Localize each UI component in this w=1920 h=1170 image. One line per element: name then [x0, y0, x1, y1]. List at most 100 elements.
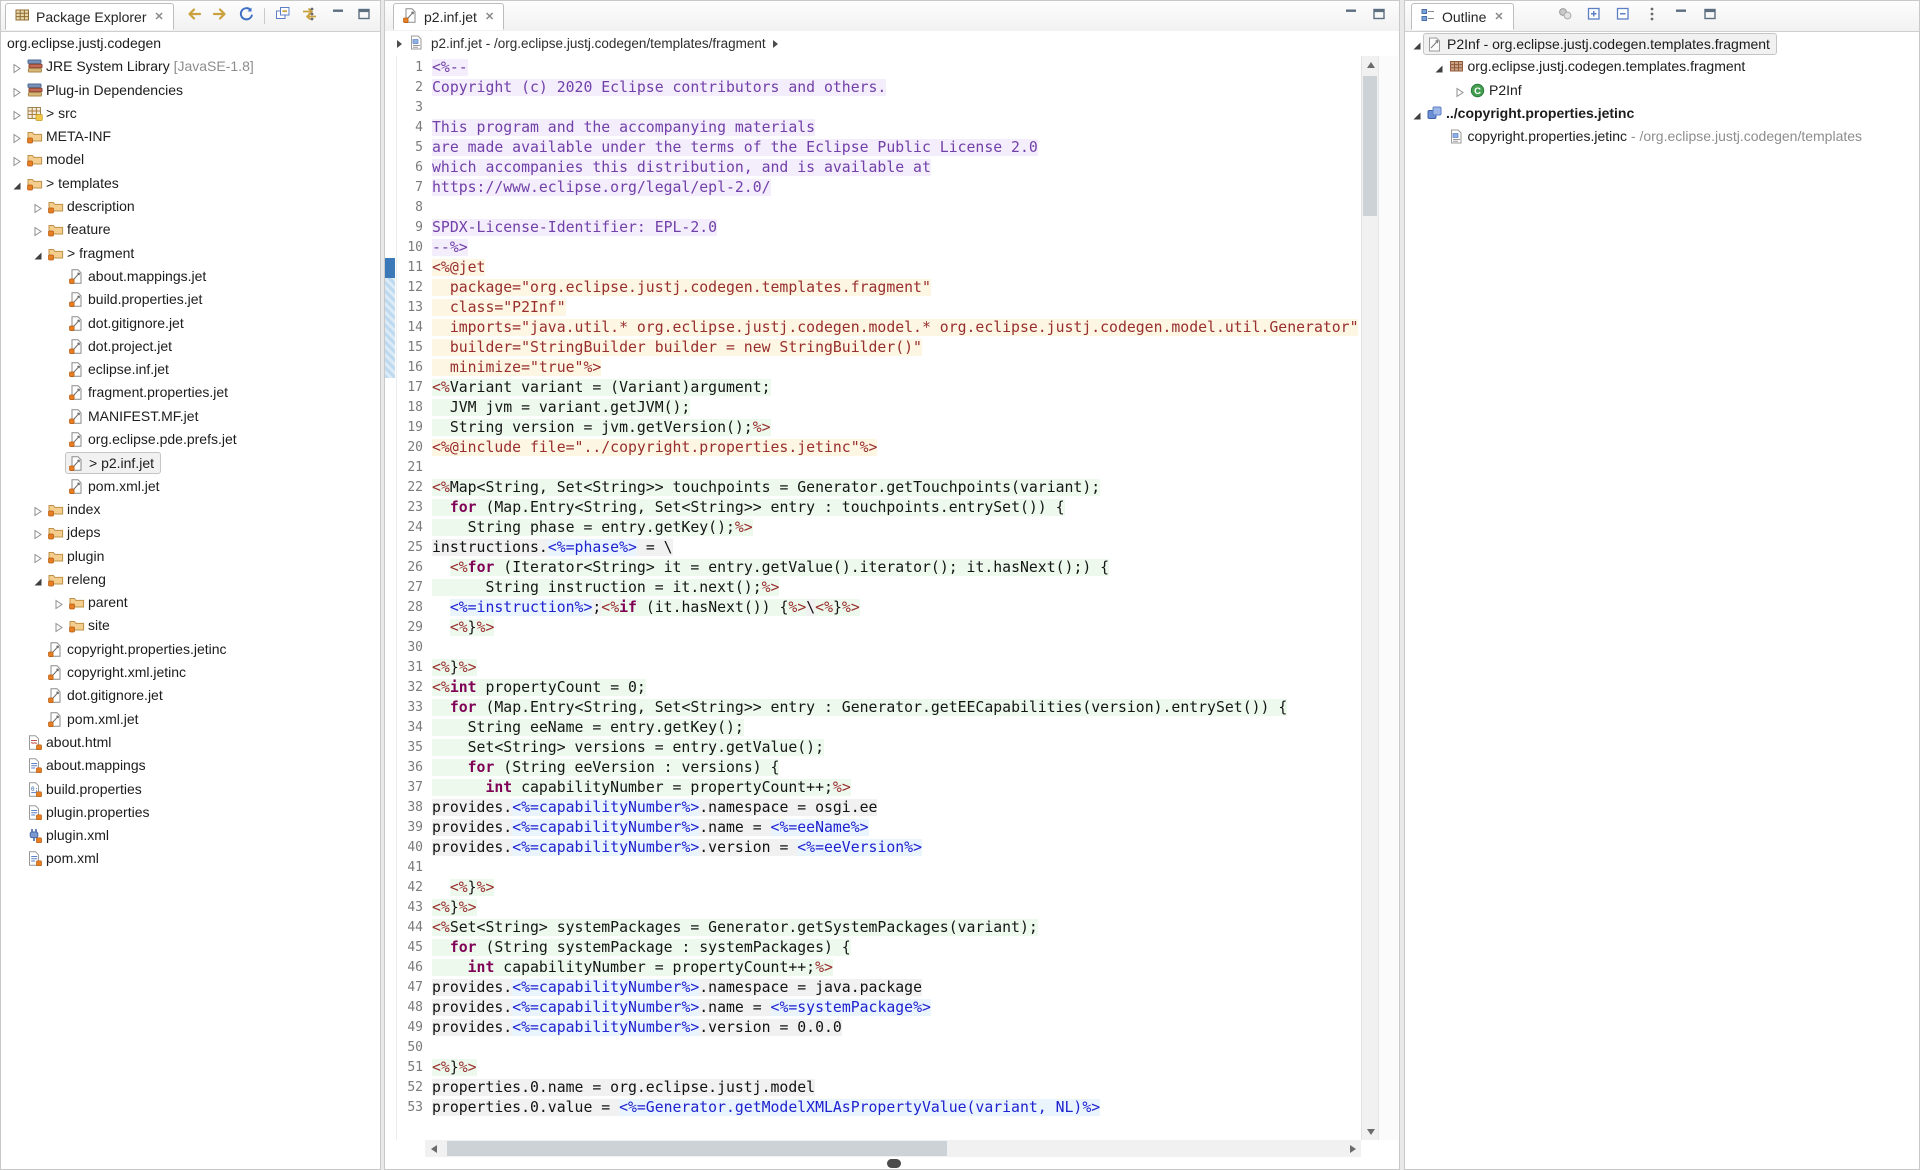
tree-item[interactable]: META-INF [1, 125, 380, 148]
selected-tree-item[interactable]: P2Inf - org.eclipse.justj.codegen.templa… [1423, 33, 1777, 55]
breadcrumb-chevron-icon[interactable] [773, 40, 778, 48]
close-icon[interactable]: ✕ [485, 10, 494, 23]
collapse-arrow-icon[interactable] [33, 248, 43, 259]
tree-item[interactable]: model [1, 148, 380, 171]
close-icon[interactable]: ✕ [155, 10, 164, 23]
maximize-button[interactable] [1700, 6, 1720, 26]
tree-item[interactable]: org.eclipse.pde.prefs.jet [1, 428, 380, 451]
tree-item[interactable]: dot.gitignore.jet [1, 312, 380, 335]
tree-item[interactable]: releng [1, 568, 380, 591]
tree-item[interactable]: pom.xml [1, 847, 380, 870]
tree-item[interactable]: copyright.properties.jetinc [1, 638, 380, 661]
code-editor[interactable]: 1<%--2Copyright (c) 2020 Eclipse contrib… [385, 56, 1361, 1140]
expand-arrow-icon[interactable] [1455, 85, 1465, 96]
sash-handle[interactable] [887, 1159, 901, 1168]
tree-item[interactable]: pom.xml.jet [1, 708, 380, 731]
tree-item[interactable]: about.html [1, 731, 380, 754]
collapse-arrow-icon[interactable] [1434, 61, 1444, 72]
tree-item[interactable]: > src [1, 102, 380, 125]
horizontal-scroll-thumb[interactable] [447, 1141, 947, 1156]
expand-arrow-icon[interactable] [33, 504, 43, 515]
overview-ruler[interactable] [1378, 56, 1399, 1140]
tree-item[interactable]: copyright.properties.jetinc - /org.eclip… [1405, 125, 1919, 148]
expand-arrow-icon[interactable] [54, 597, 64, 608]
tree-item[interactable]: > p2.inf.jet [1, 451, 380, 474]
collapse-all-button[interactable] [273, 6, 293, 26]
tree-item[interactable]: fragment.properties.jet [1, 381, 380, 404]
maximize-button[interactable] [1369, 6, 1389, 26]
vertical-scrollbar[interactable] [1361, 56, 1378, 1140]
tree-item[interactable]: index [1, 498, 380, 521]
close-icon[interactable]: ✕ [1494, 10, 1503, 23]
outline-tree[interactable]: P2Inf - org.eclipse.justj.codegen.templa… [1405, 32, 1919, 1169]
tree-item[interactable]: about.mappings [1, 754, 380, 777]
tree-item[interactable]: eclipse.inf.jet [1, 358, 380, 381]
tree-item[interactable]: MANIFEST.MF.jet [1, 405, 380, 428]
tree-item[interactable]: site [1, 614, 380, 637]
breadcrumb-chevron-icon[interactable] [397, 40, 402, 48]
collapse-arrow-icon[interactable] [1412, 38, 1422, 49]
scroll-up-arrow[interactable] [1362, 56, 1379, 73]
line-number: 4 [397, 118, 432, 138]
tree-item[interactable]: about.mappings.jet [1, 265, 380, 288]
tree-item[interactable]: org.eclipse.justj.codegen [1, 32, 380, 55]
tree-item[interactable]: pom.xml.jet [1, 475, 380, 498]
tree-item[interactable]: plugin.properties [1, 801, 380, 824]
expand-arrow-icon[interactable] [12, 131, 22, 142]
expand-arrow-icon[interactable] [12, 85, 22, 96]
expand-arrow-icon[interactable] [33, 527, 43, 538]
back-arrow-button[interactable] [184, 6, 204, 26]
tree-item[interactable]: 0;build.properties [1, 778, 380, 801]
tree-item[interactable]: dot.project.jet [1, 335, 380, 358]
tree-item[interactable]: CP2Inf [1405, 79, 1919, 102]
tree-item[interactable]: plugin [1, 545, 380, 568]
expand-arrow-icon[interactable] [12, 108, 22, 119]
expand-arrow-icon[interactable] [33, 551, 43, 562]
minimize-button[interactable] [1671, 6, 1691, 26]
maximize-button[interactable] [354, 6, 374, 26]
tree-item[interactable]: ../copyright.properties.jetinc [1405, 102, 1919, 125]
tree-item[interactable]: jdeps [1, 521, 380, 544]
selected-tree-item[interactable]: > p2.inf.jet [65, 452, 161, 474]
tree-item[interactable]: Plug-in Dependencies [1, 79, 380, 102]
tree-item[interactable]: parent [1, 591, 380, 614]
view-menu-button[interactable] [1642, 6, 1662, 26]
view-menu-button[interactable] [302, 6, 322, 26]
up-refresh-button[interactable] [236, 6, 256, 26]
tree-item[interactable]: JRE System Library [JavaSE-1.8] [1, 55, 380, 78]
expand-arrow-icon[interactable] [12, 61, 22, 72]
tree-item[interactable]: build.properties.jet [1, 288, 380, 311]
expand-arrow-icon[interactable] [54, 620, 64, 631]
expand-arrow-icon[interactable] [12, 154, 22, 165]
tree-item[interactable]: P2Inf - org.eclipse.justj.codegen.templa… [1405, 32, 1919, 55]
tree-item[interactable]: feature [1, 218, 380, 241]
collapse-all-2-button[interactable] [1613, 6, 1633, 26]
vertical-scroll-thumb[interactable] [1363, 76, 1377, 216]
forward-arrow-button[interactable] [210, 6, 230, 26]
tree-item[interactable]: org.eclipse.justj.codegen.templates.frag… [1405, 55, 1919, 78]
tab-package-explorer[interactable]: Package Explorer ✕ [5, 3, 174, 30]
collapse-arrow-icon[interactable] [1412, 108, 1422, 119]
expand-all-button[interactable] [1584, 6, 1604, 26]
collapse-arrow-icon[interactable] [33, 574, 43, 585]
collapse-arrow-icon[interactable] [12, 178, 22, 189]
tree-item[interactable]: > fragment [1, 242, 380, 265]
tree-item[interactable]: plugin.xml [1, 824, 380, 847]
focus-button[interactable] [1555, 6, 1575, 26]
breadcrumb-path[interactable]: p2.inf.jet - /org.eclipse.justj.codegen/… [431, 36, 766, 51]
tab-outline[interactable]: Outline ✕ [1411, 3, 1514, 30]
scroll-right-arrow[interactable] [1344, 1140, 1361, 1157]
tree-item[interactable]: copyright.xml.jetinc [1, 661, 380, 684]
tab-p2-inf-jet[interactable]: p2.inf.jet ✕ [393, 3, 504, 30]
tree-item[interactable]: description [1, 195, 380, 218]
package-explorer-tree[interactable]: org.eclipse.justj.codegenJRE System Libr… [1, 32, 380, 1169]
minimize-button[interactable] [328, 6, 348, 26]
tree-item[interactable]: dot.gitignore.jet [1, 684, 380, 707]
tree-item[interactable]: > templates [1, 172, 380, 195]
minimize-button[interactable] [1341, 6, 1361, 26]
scroll-left-arrow[interactable] [425, 1140, 442, 1157]
scroll-down-arrow[interactable] [1362, 1123, 1379, 1140]
expand-arrow-icon[interactable] [33, 201, 43, 212]
horizontal-scrollbar[interactable] [425, 1140, 1361, 1157]
expand-arrow-icon[interactable] [33, 224, 43, 235]
